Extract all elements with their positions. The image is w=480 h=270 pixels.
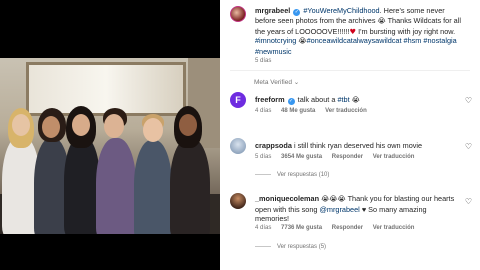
chevron-down-icon: ⌄ bbox=[293, 79, 300, 86]
comment-body: i still think ryan deserved his own movi… bbox=[293, 141, 423, 150]
photo-person-head bbox=[12, 114, 30, 136]
divider bbox=[230, 70, 470, 71]
like-icon[interactable]: ♡ bbox=[465, 96, 472, 105]
like-icon[interactable]: ♡ bbox=[465, 142, 472, 151]
comment-text: freeform ✓ talk about a #tbt 😭 bbox=[255, 95, 462, 106]
commenter-avatar[interactable]: F bbox=[230, 92, 246, 108]
caption-hashtag[interactable]: #onceawildcatalwaysawildcat bbox=[307, 36, 402, 45]
caption-hashtag[interactable]: #hsm bbox=[404, 36, 422, 45]
emoji-icon: 😭 bbox=[298, 37, 307, 46]
photo-person-head bbox=[42, 116, 60, 138]
post-media[interactable] bbox=[0, 0, 220, 270]
view-replies-button[interactable]: Ver respuestas (5) bbox=[255, 244, 326, 250]
emoji-icon: 😭 bbox=[351, 96, 360, 104]
photo-person-head bbox=[104, 114, 124, 138]
comment-item: crappsoda i still think ryan deserved hi… bbox=[230, 138, 474, 186]
translate-button[interactable]: Ver traducción bbox=[373, 154, 415, 160]
verified-icon: ✓ bbox=[287, 98, 295, 105]
comment-likes[interactable]: 3654 Me gusta bbox=[281, 154, 322, 160]
comment-body: talk about a bbox=[297, 95, 336, 104]
comment-hashtag[interactable]: #tbt bbox=[337, 95, 349, 104]
author-avatar[interactable] bbox=[230, 6, 246, 22]
comment-meta: 4 días 7736 Me gusta Responder Ver tradu… bbox=[255, 225, 422, 231]
comment-time: 4 días bbox=[255, 108, 272, 114]
caption-text: mrgrabeel ✓ #YouWereMyChildhood. Here's … bbox=[255, 6, 462, 56]
comment-mention[interactable]: @mrgrabeel bbox=[320, 205, 360, 214]
comment-item: F freeform ✓ talk about a #tbt 😭 4 días … bbox=[230, 92, 474, 122]
comment-likes[interactable]: 48 Me gusta bbox=[281, 108, 315, 114]
reply-button[interactable]: Responder bbox=[332, 225, 363, 231]
comment-likes[interactable]: 7736 Me gusta bbox=[281, 225, 322, 231]
photo-person bbox=[170, 138, 210, 234]
comment-meta: 5 días 3654 Me gusta Responder Ver tradu… bbox=[255, 154, 422, 160]
photo-person-head bbox=[72, 114, 90, 136]
comment-username[interactable]: crappsoda bbox=[255, 141, 292, 150]
meta-verified-label[interactable]: Meta Verified ⌄ bbox=[254, 78, 299, 86]
emoji-icon: 😭😭😭 bbox=[321, 195, 346, 203]
comment-time: 4 días bbox=[255, 225, 272, 231]
replies-line bbox=[255, 173, 271, 175]
caption-meta: 5 días bbox=[255, 58, 279, 64]
comment-text: crappsoda i still think ryan deserved hi… bbox=[255, 141, 462, 151]
photo-person-head bbox=[179, 114, 197, 136]
caption-hashtag[interactable]: #imnotcrying bbox=[255, 36, 296, 45]
view-replies-button[interactable]: Ver respuestas (10) bbox=[255, 172, 329, 178]
post-photo bbox=[0, 58, 220, 234]
replies-line bbox=[255, 245, 271, 247]
comment-text: _moniquecoleman 😭😭😭 Thank you for blasti… bbox=[255, 194, 456, 224]
caption-hashtag[interactable]: #nostalgia bbox=[423, 36, 456, 45]
comment-username[interactable]: freeform bbox=[255, 95, 285, 104]
photo-person bbox=[64, 136, 100, 234]
commenter-avatar[interactable] bbox=[230, 138, 246, 154]
caption-hashtag[interactable]: #YouWereMyChildhood bbox=[303, 6, 379, 15]
verified-icon: ✓ bbox=[293, 9, 301, 16]
commenter-avatar[interactable] bbox=[230, 193, 246, 209]
photo-person bbox=[134, 140, 172, 234]
reply-button[interactable]: Responder bbox=[332, 154, 363, 160]
author-username[interactable]: mrgrabeel bbox=[255, 6, 290, 15]
caption-text-part: I'm bursting with joy right now. bbox=[356, 26, 456, 36]
comment-item: _moniquecoleman 😭😭😭 Thank you for blasti… bbox=[230, 193, 474, 263]
translate-button[interactable]: Ver traducción bbox=[325, 108, 367, 114]
photo-person bbox=[96, 138, 136, 234]
caption-row: mrgrabeel ✓ #YouWereMyChildhood. Here's … bbox=[230, 6, 474, 66]
comment-time: 5 días bbox=[255, 154, 272, 160]
like-icon[interactable]: ♡ bbox=[465, 197, 472, 206]
comments-panel: mrgrabeel ✓ #YouWereMyChildhood. Here's … bbox=[220, 0, 480, 270]
caption-hashtag[interactable]: #newmusic bbox=[255, 47, 292, 56]
comment-meta: 4 días 48 Me gusta Ver traducción bbox=[255, 108, 375, 114]
caption-time: 5 días bbox=[255, 58, 272, 64]
photo-person-head bbox=[143, 118, 163, 142]
comment-username[interactable]: _moniquecoleman bbox=[255, 194, 319, 203]
emoji-icon: 😭 bbox=[377, 17, 386, 25]
translate-button[interactable]: Ver traducción bbox=[373, 225, 415, 231]
